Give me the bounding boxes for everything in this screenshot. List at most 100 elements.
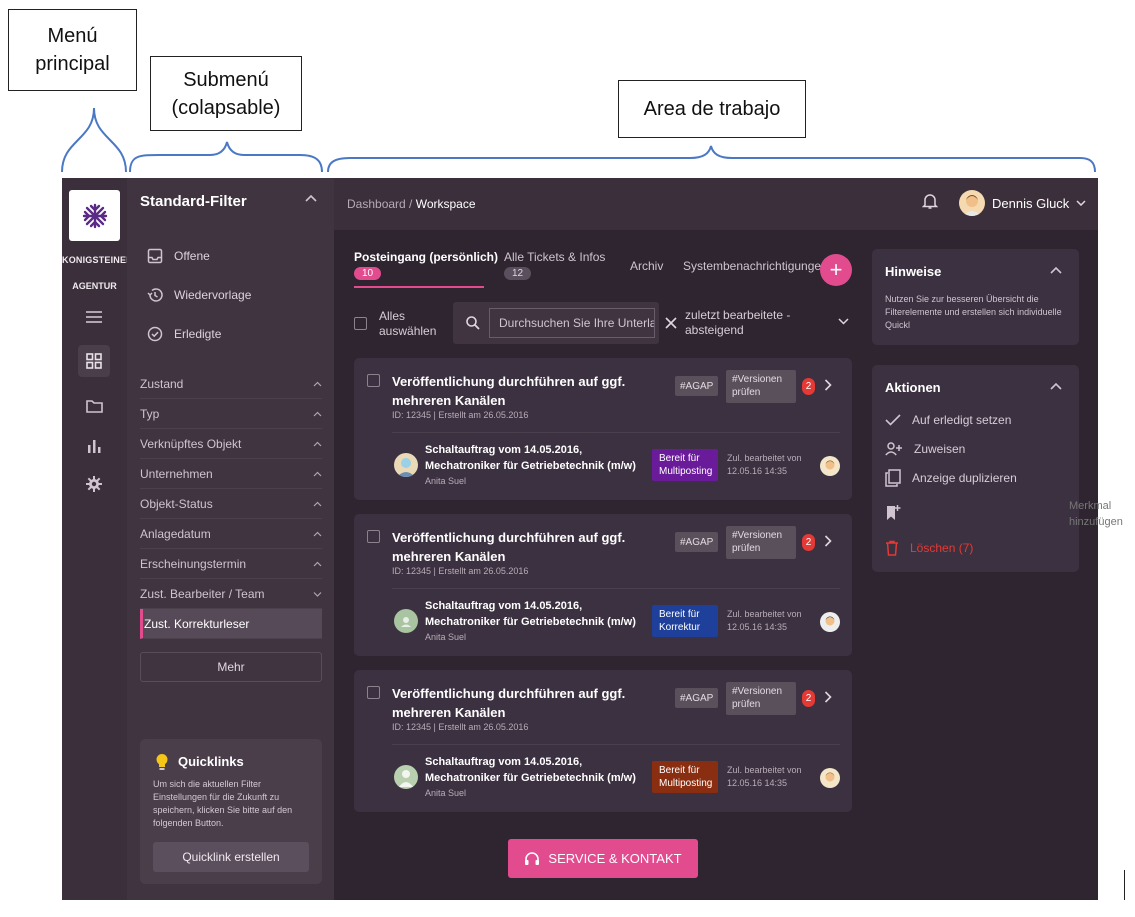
action-assign[interactable]: Zuweisen (885, 439, 965, 459)
app-window: KONIGSTEINER AGENTUR Standard-Filter Off… (62, 178, 1098, 900)
filter-typ[interactable]: Typ (140, 399, 322, 429)
action-add-feature[interactable] (885, 502, 912, 522)
chevron-right-icon[interactable] (824, 535, 832, 547)
count-badge: 2 (802, 534, 815, 551)
breadcrumb: Dashboard / Workspace (347, 197, 476, 211)
filter-anlagedatum[interactable]: Anlagedatum (140, 519, 322, 549)
filter-label: Zustand (140, 376, 184, 391)
tag-badge[interactable]: #Versionen prüfen (726, 526, 796, 559)
filter-zustand[interactable]: Zustand (140, 369, 322, 399)
user-name: Dennis Gluck (992, 195, 1070, 211)
ticket-edited: Zul. bearbeitet von 12.05.16 14:35 (727, 765, 802, 788)
tab-label: Alle Tickets & Infos (504, 250, 606, 264)
tag-badge[interactable]: #AGAP (675, 688, 719, 708)
quicklink-create-button[interactable]: Quicklink erstellen (153, 842, 309, 872)
tag-badge[interactable]: #AGAP (675, 532, 719, 552)
avatar (820, 612, 840, 632)
ticket-checkbox[interactable] (367, 374, 380, 387)
filter-zust-bearbeiter-team[interactable]: Zust. Bearbeiter / Team (140, 579, 322, 609)
tab-alle-tickets[interactable]: Alle Tickets & Infos 12 (504, 250, 605, 280)
copy-icon (885, 469, 901, 487)
bell-icon[interactable] (922, 192, 938, 210)
breadcrumb-root[interactable]: Dashboard / (347, 197, 412, 211)
folder-icon[interactable] (78, 390, 110, 422)
chevron-right-icon[interactable] (824, 691, 832, 703)
ticket-subtitle: Schaltauftrag vom 14.05.2016, Mechatroni… (425, 444, 636, 472)
tab-archiv[interactable]: Archiv (630, 259, 663, 273)
filter-label: Unternehmen (140, 466, 213, 481)
ticket-edited: Zul. bearbeitet von 12.05.16 14:35 (727, 609, 802, 632)
hints-title: Hinweise (885, 264, 942, 279)
user-menu[interactable]: Dennis Gluck (959, 190, 1086, 216)
inbox-icon (147, 248, 163, 264)
filter-label: Zust. Bearbeiter / Team (140, 586, 265, 601)
close-icon[interactable] (665, 317, 677, 329)
sort-select[interactable]: zuletzt bearbeitete - absteigend (685, 308, 805, 338)
ticket-card[interactable]: Veröffentlichung durchführen auf ggf. me… (354, 358, 852, 500)
chevron-down-icon (1076, 200, 1086, 206)
filter-unternehmen[interactable]: Unternehmen (140, 459, 322, 489)
filter-objekt-status[interactable]: Objekt-Status (140, 489, 322, 519)
more-button[interactable]: Mehr (140, 652, 322, 682)
search-input[interactable] (489, 308, 655, 338)
chevron-up-icon (313, 561, 322, 566)
tab-systembenachrichtigungen[interactable]: Systembenachrichtigungen (683, 259, 828, 273)
dashboard-icon[interactable] (78, 345, 110, 377)
hints-panel: Hinweise Nutzen Sie zur besseren Übersic… (872, 249, 1079, 345)
check-icon (885, 414, 901, 426)
chevron-up-icon (313, 501, 322, 506)
history-icon (147, 288, 163, 302)
filter-label: Verknüpftes Objekt (140, 436, 242, 451)
ticket-checkbox[interactable] (367, 530, 380, 543)
ticket-person: Anita Suel (425, 476, 467, 486)
add-button[interactable]: + (820, 254, 852, 286)
divider (392, 432, 840, 433)
gear-icon[interactable] (78, 468, 110, 500)
menu-icon[interactable] (78, 301, 110, 333)
chevron-up-icon[interactable] (1050, 266, 1062, 274)
action-duplicate[interactable]: Anzeige duplizieren (885, 468, 1017, 488)
chevron-up-icon (313, 381, 322, 386)
ticket-subtitle: Schaltauftrag vom 14.05.2016, Mechatroni… (425, 600, 636, 628)
ticket-card[interactable]: Veröffentlichung durchführen auf ggf. me… (354, 670, 852, 812)
tab-posteingang[interactable]: Posteingang (persönlich) 10 (354, 250, 498, 280)
list-toolbar: Alles auswählen zuletzt bearbeitete - ab… (354, 300, 854, 346)
divider (392, 744, 840, 745)
filter-label: Anlagedatum (140, 526, 211, 541)
annotation-main-menu: Menú principal (8, 9, 137, 91)
tab-badge: 12 (504, 267, 532, 280)
tab-label: Archiv (630, 259, 664, 273)
action-set-done[interactable]: Auf erledigt setzen (885, 410, 1011, 430)
ticket-checkbox[interactable] (367, 686, 380, 699)
tab-active-indicator (354, 286, 484, 288)
tag-badge[interactable]: #AGAP (675, 376, 719, 396)
tag-badge[interactable]: #Versionen prüfen (726, 682, 796, 715)
action-delete[interactable]: Löschen (7) (885, 538, 973, 558)
chevron-up-icon[interactable] (305, 194, 317, 202)
chevron-down-icon[interactable] (838, 318, 849, 325)
filter-label: Typ (140, 406, 160, 421)
avatar (820, 456, 840, 476)
submenu-item-wiedervorlage[interactable]: Wiedervorlage (147, 283, 251, 307)
chevron-up-icon[interactable] (1050, 382, 1062, 390)
select-all-checkbox[interactable] (354, 317, 367, 330)
filter-zust-korrekturleser[interactable]: Zust. Korrekturleser (140, 609, 322, 639)
ticket-card[interactable]: Veröffentlichung durchführen auf ggf. me… (354, 514, 852, 656)
filter-verknuepftes-objekt[interactable]: Verknüpftes Objekt (140, 429, 322, 459)
avatar (394, 765, 418, 789)
service-label: SERVICE & KONTAKT (548, 851, 682, 866)
submenu-item-offene[interactable]: Offene (147, 244, 210, 268)
action-label: Anzeige duplizieren (912, 471, 1017, 485)
chevron-right-icon[interactable] (824, 379, 832, 391)
filter-label: Zust. Korrekturleser (144, 616, 250, 631)
chart-icon[interactable] (78, 430, 110, 462)
ticket-title: Veröffentlichung durchführen auf ggf. me… (392, 374, 626, 408)
breadcrumb-current: Workspace (415, 197, 476, 211)
filter-erscheinungstermin[interactable]: Erscheinungstermin (140, 549, 322, 579)
service-contact-button[interactable]: SERVICE & KONTAKT (508, 839, 698, 878)
person-add-icon (885, 442, 902, 456)
submenu-item-erledigte[interactable]: Erledigte (147, 322, 221, 346)
chevron-up-icon (313, 411, 322, 416)
brand-logo[interactable] (69, 190, 120, 241)
tag-badge[interactable]: #Versionen prüfen (726, 370, 796, 403)
